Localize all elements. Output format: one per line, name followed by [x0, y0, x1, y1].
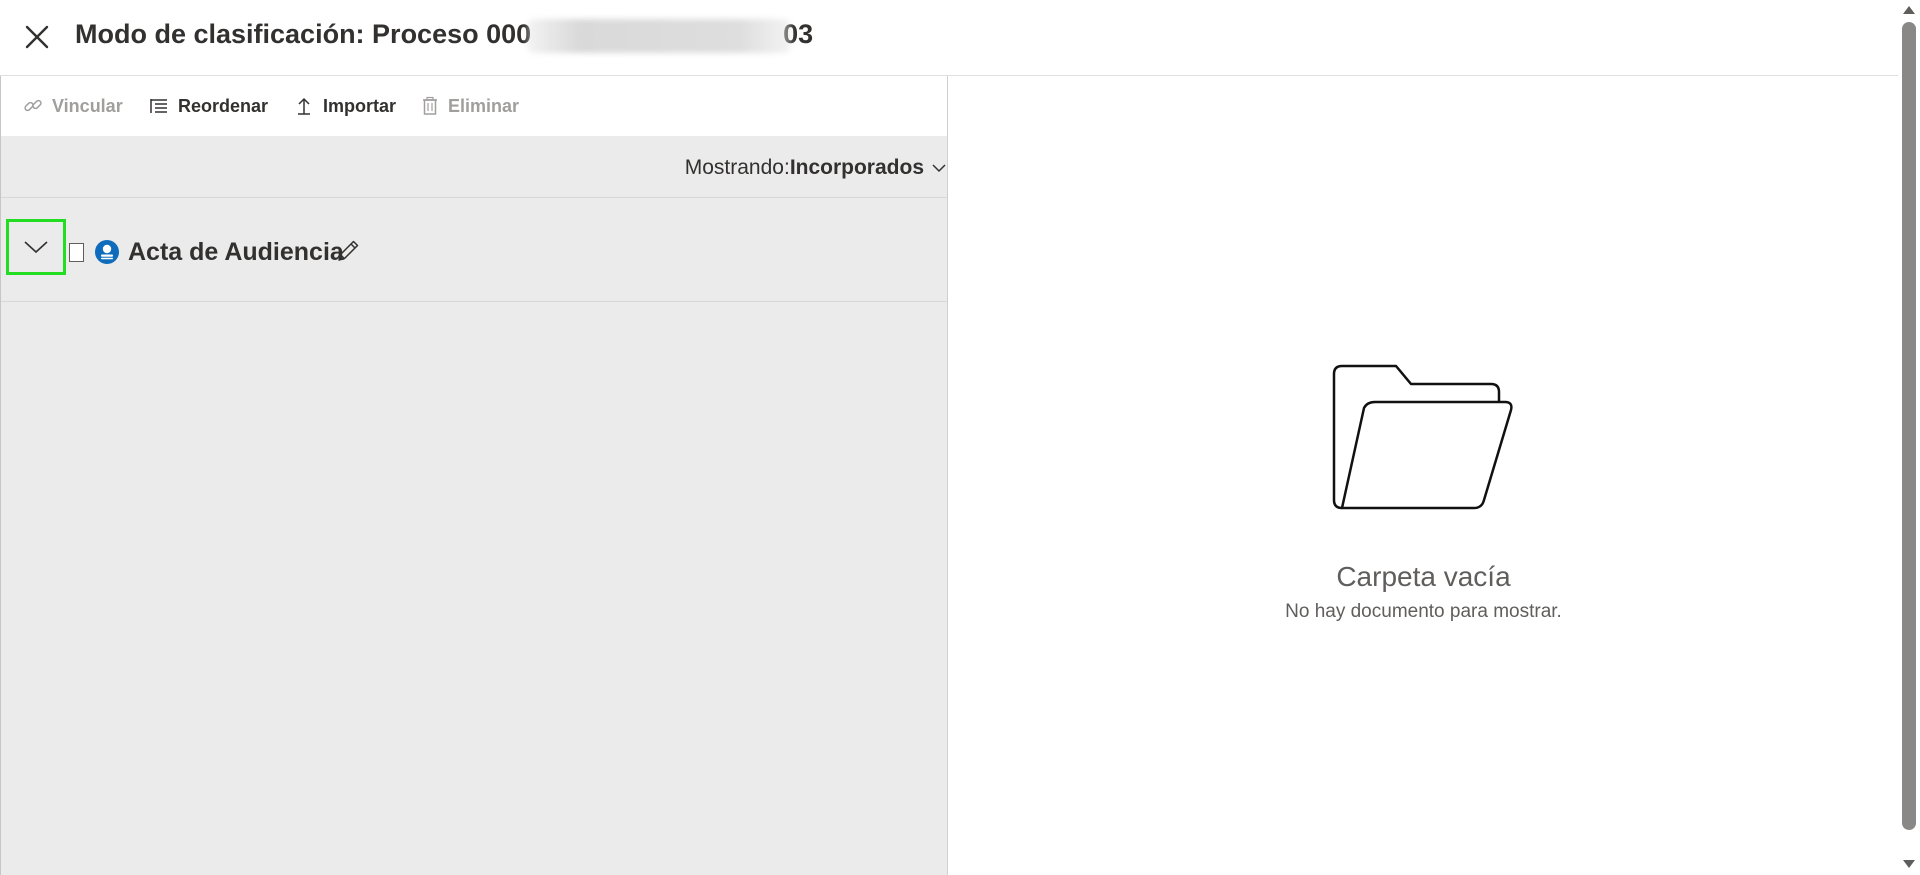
tree-item-label: Acta de Audiencia [128, 238, 344, 266]
empty-state-subtitle: No hay documento para mostrar. [1285, 601, 1562, 622]
pencil-icon[interactable] [335, 238, 361, 264]
list-icon [150, 99, 167, 113]
close-button[interactable] [22, 22, 52, 52]
filter-dropdown[interactable]: Mostrando: Incorporados [685, 156, 947, 180]
reorder-button[interactable]: Reordenar [149, 94, 268, 118]
user-badge-icon [95, 240, 119, 264]
delete-button-label: Eliminar [448, 95, 520, 116]
document-viewer: Carpeta vacía No hay documento para most… [949, 76, 1898, 875]
filter-bar: Mostrando: Incorporados [1, 136, 947, 198]
import-button[interactable]: Importar [294, 94, 396, 118]
scroll-down-icon[interactable] [1902, 858, 1916, 870]
toolbar: Vincular Reordenar Importar Eliminar [1, 76, 947, 136]
link-button-label: Vincular [52, 95, 123, 116]
link-icon [24, 99, 42, 112]
expand-button[interactable] [6, 219, 66, 275]
tree-item: Acta de Audiencia [1, 198, 947, 302]
close-icon [25, 25, 49, 49]
scrollbar-thumb[interactable] [1902, 22, 1916, 830]
redacted-text [527, 19, 792, 53]
folder-open-icon [1332, 364, 1513, 510]
import-button-label: Importar [323, 95, 397, 116]
filter-value: Incorporados [789, 156, 924, 179]
item-checkbox[interactable] [69, 243, 84, 262]
delete-button[interactable]: Eliminar [421, 94, 519, 118]
chevron-down-icon [932, 164, 946, 173]
link-button[interactable]: Vincular [23, 94, 123, 118]
classification-pane: Vincular Reordenar Importar Eliminar Mos… [0, 76, 948, 875]
empty-state-title: Carpeta vacía [1336, 561, 1511, 592]
chevron-down-icon [24, 241, 48, 254]
upload-icon [298, 97, 310, 115]
title-prefix: Modo de clasificación: Proceso 000 [75, 19, 532, 50]
filter-label: Mostrando: [684, 156, 790, 179]
trash-icon [423, 96, 437, 115]
scroll-up-icon[interactable] [1902, 4, 1916, 16]
header: Modo de clasificación: Proceso 000 03 [0, 0, 1898, 75]
scrollbar[interactable] [1898, 0, 1920, 875]
reorder-button-label: Reordenar [178, 95, 269, 116]
page-title: Modo de clasificación: Proceso 000 03 [75, 19, 813, 53]
